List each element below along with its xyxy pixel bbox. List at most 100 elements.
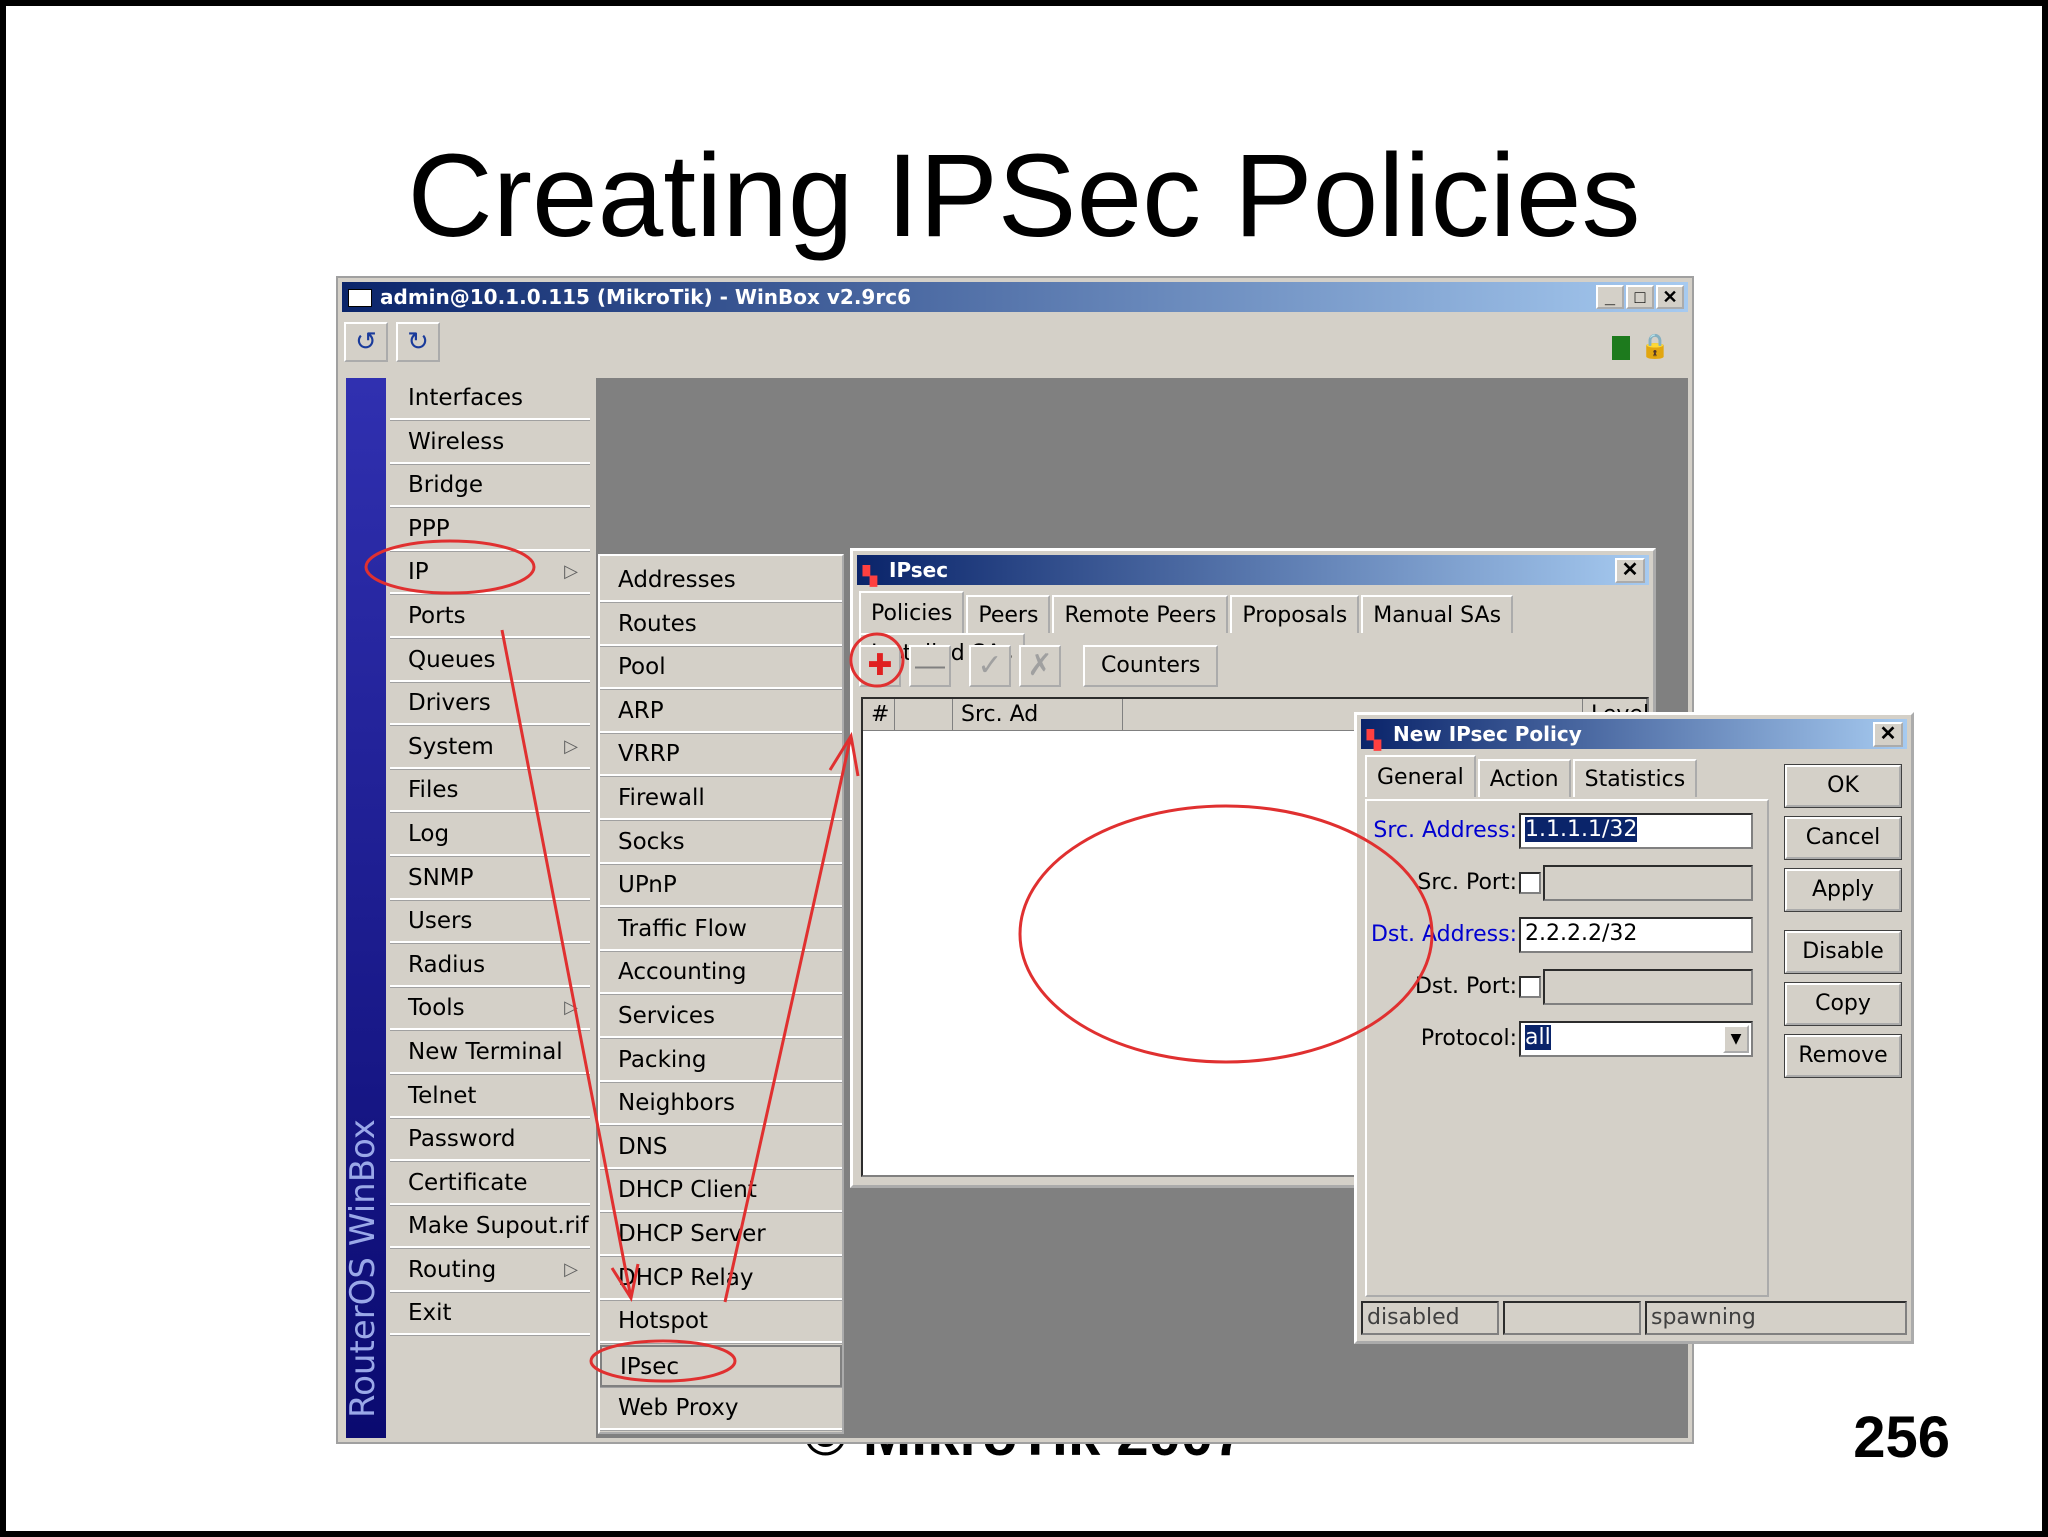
menu-item-exit[interactable]: Exit <box>390 1293 590 1336</box>
column-header-index[interactable]: # <box>863 699 895 731</box>
main-menu: Interfaces Wireless Bridge PPP IP ▷ Ports Queue… <box>390 378 590 1337</box>
menu-item-system[interactable]: System ▷ <box>390 727 590 769</box>
menu-item-bridge[interactable]: Bridge <box>390 465 590 508</box>
remove-button[interactable]: Remove <box>1784 1034 1902 1078</box>
enable-icon[interactable]: ✓ <box>969 645 1011 687</box>
submenu-item-routes[interactable]: Routes <box>600 604 842 646</box>
menu-item-telnet[interactable]: Telnet <box>390 1076 590 1118</box>
submenu-item-arp[interactable]: ARP <box>600 691 842 733</box>
tab-policies[interactable]: Policies <box>859 591 965 633</box>
dst-address-input[interactable]: 2.2.2.2/32 <box>1519 917 1753 953</box>
policy-status-bar: disabled spawning <box>1361 1301 1909 1335</box>
ipsec-close-button[interactable]: ✕ <box>1615 558 1645 583</box>
menu-item-make-supout-rif[interactable]: Make Supout.rif <box>390 1206 590 1249</box>
apply-button[interactable]: Apply <box>1784 868 1902 912</box>
submenu-item-traffic-flow[interactable]: Traffic Flow <box>600 909 842 951</box>
protocol-select[interactable]: all ▼ <box>1519 1021 1753 1057</box>
submenu-item-pool[interactable]: Pool <box>600 647 842 690</box>
menu-item-label: Users <box>408 908 473 935</box>
menu-item-tools[interactable]: Tools ▷ <box>390 988 590 1031</box>
tab-remote-peers[interactable]: Remote Peers <box>1052 595 1229 633</box>
protocol-value: all <box>1525 1025 1551 1050</box>
menu-item-snmp[interactable]: SNMP <box>390 858 590 900</box>
menu-item-ip[interactable]: IP ▷ <box>390 552 590 595</box>
menu-item-log[interactable]: Log <box>390 814 590 856</box>
submenu-item-web-proxy[interactable]: Web Proxy <box>600 1388 842 1431</box>
dst-port-label: Dst. Port: <box>1414 974 1517 999</box>
src-address-label: Src. Address: <box>1373 818 1517 843</box>
disable-button[interactable]: Disable <box>1784 930 1902 974</box>
submenu-item-firewall[interactable]: Firewall <box>600 778 842 820</box>
menu-item-interfaces[interactable]: Interfaces <box>390 378 590 420</box>
menu-item-users[interactable]: Users <box>390 901 590 944</box>
submenu-item-packing[interactable]: Packing <box>600 1040 842 1082</box>
undo-icon[interactable]: ↺ <box>344 322 388 362</box>
src-address-input[interactable]: 1.1.1.1/32 <box>1519 813 1753 849</box>
policy-tab-general[interactable]: General <box>1365 755 1476 797</box>
menu-item-label: New Terminal <box>408 1038 563 1065</box>
menu-item-label: Exit <box>408 1300 452 1327</box>
redo-icon[interactable]: ↻ <box>396 322 440 362</box>
maximize-button[interactable]: □ <box>1626 285 1654 309</box>
menu-item-password[interactable]: Password <box>390 1119 590 1162</box>
submenu-item-dhcp-server[interactable]: DHCP Server <box>600 1214 842 1256</box>
submenu-item-addresses[interactable]: Addresses <box>600 560 842 602</box>
winbox-side-banner: RouterOS WinBox <box>343 378 386 1438</box>
menu-item-label: Wireless <box>408 428 505 455</box>
menu-item-label: Telnet <box>408 1082 477 1109</box>
minimize-button[interactable]: _ <box>1596 285 1624 309</box>
submenu-item-upnp[interactable]: UPnP <box>600 865 842 908</box>
submenu-item-accounting[interactable]: Accounting <box>600 952 842 995</box>
submenu-item-dhcp-relay[interactable]: DHCP Relay <box>600 1258 842 1300</box>
menu-item-label: Routing <box>408 1256 497 1283</box>
submenu-item-vrrp[interactable]: VRRP <box>600 734 842 777</box>
dst-port-input[interactable] <box>1543 969 1753 1005</box>
slide-title: Creating IPSec Policies <box>407 130 1641 262</box>
copy-button[interactable]: Copy <box>1784 982 1902 1026</box>
submenu-item-dhcp-client[interactable]: DHCP Client <box>600 1170 842 1213</box>
menu-item-queues[interactable]: Queues <box>390 640 590 682</box>
src-port-checkbox[interactable] <box>1519 872 1541 894</box>
submenu-item-socks[interactable]: Socks <box>600 822 842 864</box>
dst-port-checkbox[interactable] <box>1519 976 1541 998</box>
submenu-item-services[interactable]: Services <box>600 996 842 1038</box>
menu-item-label: Radius <box>408 951 486 978</box>
menu-item-new-terminal[interactable]: New Terminal <box>390 1032 590 1074</box>
column-header-src-address[interactable]: Src. Ad <box>953 699 1123 731</box>
submenu-item-dns[interactable]: DNS <box>600 1127 842 1169</box>
submenu-item-hotspot[interactable]: Hotspot <box>600 1301 842 1344</box>
add-icon[interactable]: ✚ <box>859 645 901 687</box>
menu-item-wireless[interactable]: Wireless <box>390 422 590 464</box>
winbox-title-bar[interactable]: admin@10.1.0.115 (MikroTik) - WinBox v2.… <box>342 282 1688 312</box>
menu-item-ports[interactable]: Ports <box>390 596 590 638</box>
menu-item-drivers[interactable]: Drivers <box>390 683 590 726</box>
counters-button[interactable]: Counters <box>1083 645 1219 687</box>
tab-manual-sas[interactable]: Manual SAs <box>1361 595 1514 633</box>
policy-tab-action[interactable]: Action <box>1477 759 1571 797</box>
connection-status-icon <box>1612 336 1630 360</box>
ipsec-title-bar[interactable]: ▚ IPsec ✕ <box>857 555 1649 586</box>
src-port-input[interactable] <box>1543 865 1753 901</box>
submenu-item-neighbors[interactable]: Neighbors <box>600 1083 842 1126</box>
submenu-item-ipsec[interactable]: IPsec <box>600 1344 842 1387</box>
tab-peers[interactable]: Peers <box>966 595 1051 633</box>
policy-tab-statistics[interactable]: Statistics <box>1572 759 1698 797</box>
status-blank <box>1503 1301 1641 1335</box>
menu-item-label: SNMP <box>408 864 474 891</box>
column-header-blank[interactable] <box>895 699 953 731</box>
policy-title-bar[interactable]: ▚ New IPsec Policy ✕ <box>1361 719 1907 750</box>
menu-item-ppp[interactable]: PPP <box>390 509 590 551</box>
remove-icon[interactable]: — <box>909 645 951 687</box>
menu-item-files[interactable]: Files <box>390 770 590 813</box>
close-button[interactable]: ✕ <box>1656 285 1684 309</box>
policy-close-button[interactable]: ✕ <box>1873 722 1903 747</box>
disable-icon[interactable]: ✗ <box>1019 645 1061 687</box>
menu-item-certificate[interactable]: Certificate <box>390 1163 590 1205</box>
cancel-button[interactable]: Cancel <box>1784 816 1902 860</box>
menu-item-radius[interactable]: Radius <box>390 945 590 987</box>
menu-item-routing[interactable]: Routing ▷ <box>390 1250 590 1292</box>
chevron-down-icon[interactable]: ▼ <box>1723 1025 1749 1053</box>
menu-item-label: Tools <box>408 995 465 1022</box>
tab-proposals[interactable]: Proposals <box>1230 595 1360 633</box>
ok-button[interactable]: OK <box>1784 764 1902 808</box>
